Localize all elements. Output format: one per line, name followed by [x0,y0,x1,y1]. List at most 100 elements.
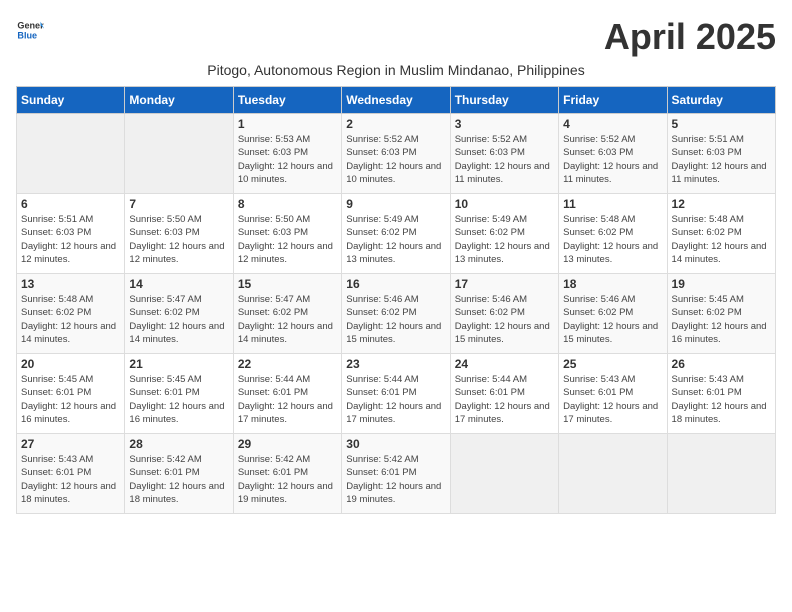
calendar-cell: 5 Sunrise: 5:51 AM Sunset: 6:03 PM Daylig… [667,114,775,194]
calendar-week-4: 27 Sunrise: 5:43 AM Sunset: 6:01 PM Dayli… [17,434,776,514]
calendar-cell: 11 Sunrise: 5:48 AM Sunset: 6:02 PM Dayli… [559,194,667,274]
day-number: 21 [129,357,228,371]
svg-text:General: General [17,21,44,31]
day-number: 24 [455,357,554,371]
day-number: 30 [346,437,445,451]
calendar-cell [17,114,125,194]
day-number: 19 [672,277,771,291]
calendar-cell: 19 Sunrise: 5:45 AM Sunset: 6:02 PM Dayli… [667,274,775,354]
day-number: 5 [672,117,771,131]
day-number: 12 [672,197,771,211]
day-number: 23 [346,357,445,371]
day-info: Sunrise: 5:46 AM Sunset: 6:02 PM Dayligh… [455,293,554,346]
calendar-week-2: 13 Sunrise: 5:48 AM Sunset: 6:02 PM Dayli… [17,274,776,354]
day-info: Sunrise: 5:51 AM Sunset: 6:03 PM Dayligh… [21,213,120,266]
day-info: Sunrise: 5:45 AM Sunset: 6:02 PM Dayligh… [672,293,771,346]
day-info: Sunrise: 5:42 AM Sunset: 6:01 PM Dayligh… [238,453,337,506]
header-monday: Monday [125,87,233,114]
calendar-cell: 20 Sunrise: 5:45 AM Sunset: 6:01 PM Dayli… [17,354,125,434]
calendar-header: Sunday Monday Tuesday Wednesday Thursday… [17,87,776,114]
calendar-cell: 26 Sunrise: 5:43 AM Sunset: 6:01 PM Dayli… [667,354,775,434]
logo-icon: General Blue [16,16,44,44]
calendar-cell: 2Sunrise: 5:52 AM Sunset: 6:03 PM Daylig… [342,114,450,194]
calendar-cell: 30 Sunrise: 5:42 AM Sunset: 6:01 PM Dayli… [342,434,450,514]
title-area: April 2025 [604,16,776,58]
calendar-week-1: 6 Sunrise: 5:51 AM Sunset: 6:03 PM Daylig… [17,194,776,274]
day-number: 16 [346,277,445,291]
day-number: 2 [346,117,445,131]
calendar-cell: 12 Sunrise: 5:48 AM Sunset: 6:02 PM Dayli… [667,194,775,274]
calendar-cell: 7 Sunrise: 5:50 AM Sunset: 6:03 PM Daylig… [125,194,233,274]
header: General Blue April 2025 [16,16,776,58]
day-info: Sunrise: 5:45 AM Sunset: 6:01 PM Dayligh… [129,373,228,426]
day-info: Sunrise: 5:51 AM Sunset: 6:03 PM Dayligh… [672,133,771,186]
day-info: Sunrise: 5:52 AM Sunset: 6:03 PM Dayligh… [563,133,662,186]
day-info: Sunrise: 5:53 AM Sunset: 6:03 PM Dayligh… [238,133,337,186]
day-info: Sunrise: 5:44 AM Sunset: 6:01 PM Dayligh… [346,373,445,426]
month-title: April 2025 [604,16,776,58]
calendar-cell: 6 Sunrise: 5:51 AM Sunset: 6:03 PM Daylig… [17,194,125,274]
day-info: Sunrise: 5:46 AM Sunset: 6:02 PM Dayligh… [563,293,662,346]
calendar-cell [450,434,558,514]
calendar-cell [667,434,775,514]
day-info: Sunrise: 5:48 AM Sunset: 6:02 PM Dayligh… [672,213,771,266]
day-number: 14 [129,277,228,291]
day-number: 11 [563,197,662,211]
day-number: 17 [455,277,554,291]
day-info: Sunrise: 5:43 AM Sunset: 6:01 PM Dayligh… [672,373,771,426]
day-info: Sunrise: 5:43 AM Sunset: 6:01 PM Dayligh… [563,373,662,426]
day-info: Sunrise: 5:44 AM Sunset: 6:01 PM Dayligh… [238,373,337,426]
day-info: Sunrise: 5:44 AM Sunset: 6:01 PM Dayligh… [455,373,554,426]
calendar-cell [559,434,667,514]
calendar-cell: 25 Sunrise: 5:43 AM Sunset: 6:01 PM Dayli… [559,354,667,434]
calendar-cell: 18 Sunrise: 5:46 AM Sunset: 6:02 PM Dayli… [559,274,667,354]
calendar-cell: 16 Sunrise: 5:46 AM Sunset: 6:02 PM Dayli… [342,274,450,354]
calendar-cell: 15Sunrise: 5:47 AM Sunset: 6:02 PM Dayli… [233,274,341,354]
calendar-cell [125,114,233,194]
calendar-cell: 21 Sunrise: 5:45 AM Sunset: 6:01 PM Dayli… [125,354,233,434]
day-info: Sunrise: 5:47 AM Sunset: 6:02 PM Dayligh… [129,293,228,346]
header-tuesday: Tuesday [233,87,341,114]
day-info: Sunrise: 5:48 AM Sunset: 6:02 PM Dayligh… [21,293,120,346]
day-number: 10 [455,197,554,211]
day-number: 8 [238,197,337,211]
day-number: 18 [563,277,662,291]
day-number: 9 [346,197,445,211]
day-number: 20 [21,357,120,371]
header-saturday: Saturday [667,87,775,114]
day-number: 13 [21,277,120,291]
day-number: 27 [21,437,120,451]
day-info: Sunrise: 5:50 AM Sunset: 6:03 PM Dayligh… [238,213,337,266]
day-number: 15 [238,277,337,291]
calendar-cell: 10 Sunrise: 5:49 AM Sunset: 6:02 PM Dayli… [450,194,558,274]
day-number: 25 [563,357,662,371]
day-number: 26 [672,357,771,371]
day-number: 22 [238,357,337,371]
header-friday: Friday [559,87,667,114]
calendar-table: Sunday Monday Tuesday Wednesday Thursday… [16,86,776,514]
calendar-cell: 28Sunrise: 5:42 AM Sunset: 6:01 PM Dayli… [125,434,233,514]
day-info: Sunrise: 5:49 AM Sunset: 6:02 PM Dayligh… [455,213,554,266]
day-number: 6 [21,197,120,211]
day-info: Sunrise: 5:48 AM Sunset: 6:02 PM Dayligh… [563,213,662,266]
header-wednesday: Wednesday [342,87,450,114]
calendar-cell: 9Sunrise: 5:49 AM Sunset: 6:02 PM Daylig… [342,194,450,274]
day-info: Sunrise: 5:42 AM Sunset: 6:01 PM Dayligh… [346,453,445,506]
calendar-cell: 27 Sunrise: 5:43 AM Sunset: 6:01 PM Dayli… [17,434,125,514]
header-thursday: Thursday [450,87,558,114]
day-info: Sunrise: 5:42 AM Sunset: 6:01 PM Dayligh… [129,453,228,506]
calendar-cell: 29Sunrise: 5:42 AM Sunset: 6:01 PM Dayli… [233,434,341,514]
subtitle: Pitogo, Autonomous Region in Muslim Mind… [16,62,776,78]
calendar-cell: 14 Sunrise: 5:47 AM Sunset: 6:02 PM Dayli… [125,274,233,354]
day-info: Sunrise: 5:45 AM Sunset: 6:01 PM Dayligh… [21,373,120,426]
calendar-cell: 3Sunrise: 5:52 AM Sunset: 6:03 PM Daylig… [450,114,558,194]
svg-text:Blue: Blue [17,30,37,40]
day-number: 7 [129,197,228,211]
day-info: Sunrise: 5:43 AM Sunset: 6:01 PM Dayligh… [21,453,120,506]
calendar-week-0: 1Sunrise: 5:53 AM Sunset: 6:03 PM Daylig… [17,114,776,194]
day-info: Sunrise: 5:50 AM Sunset: 6:03 PM Dayligh… [129,213,228,266]
calendar-cell: 24 Sunrise: 5:44 AM Sunset: 6:01 PM Dayli… [450,354,558,434]
calendar-cell: 22 Sunrise: 5:44 AM Sunset: 6:01 PM Dayli… [233,354,341,434]
day-info: Sunrise: 5:46 AM Sunset: 6:02 PM Dayligh… [346,293,445,346]
calendar-cell: 17 Sunrise: 5:46 AM Sunset: 6:02 PM Dayli… [450,274,558,354]
